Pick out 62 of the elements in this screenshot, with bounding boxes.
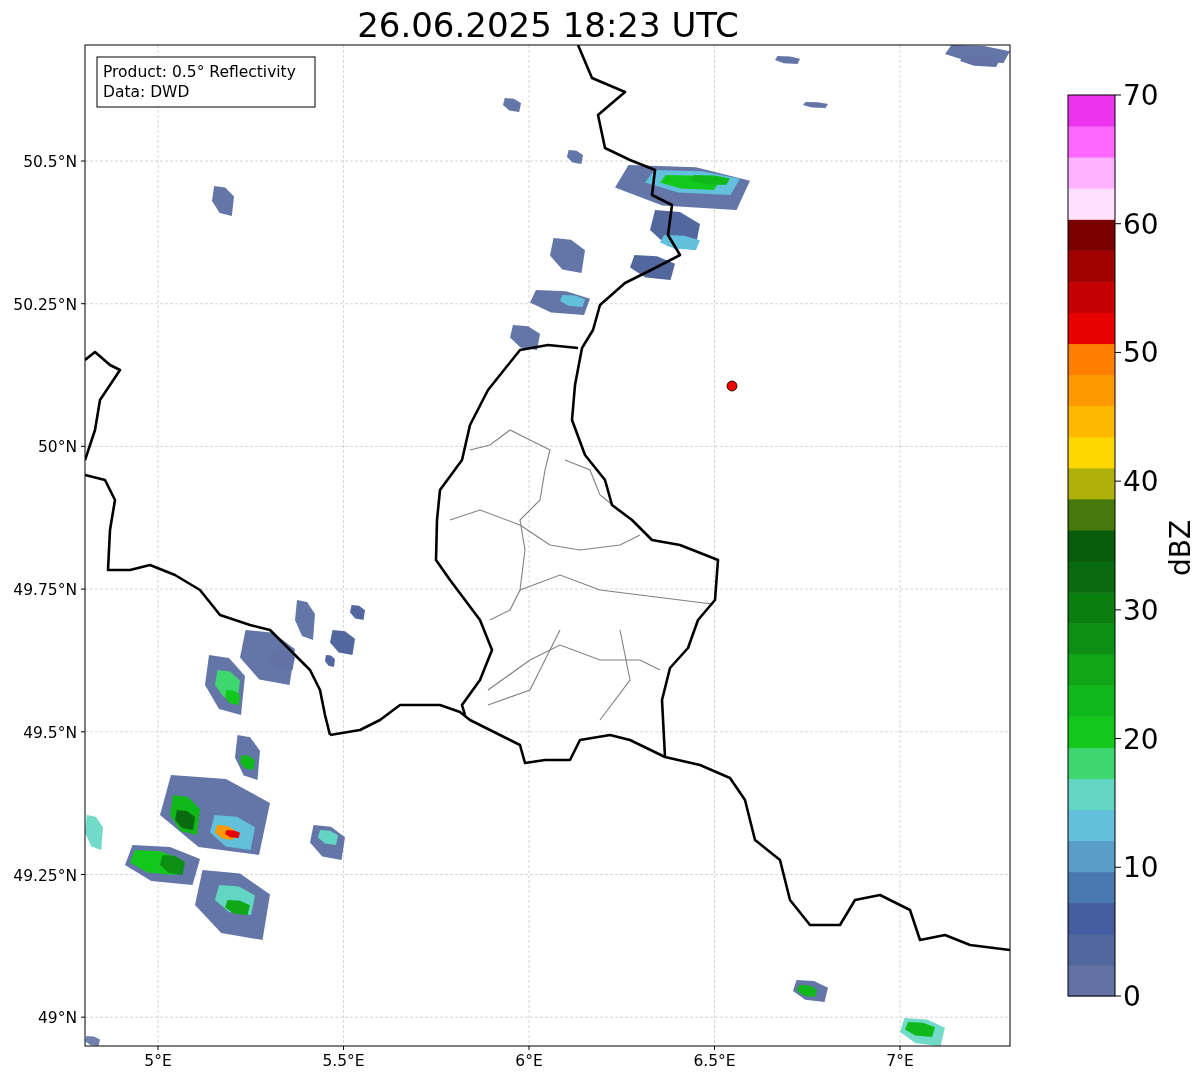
tick-mark	[1114, 480, 1122, 482]
tick-mark	[714, 1045, 715, 1051]
colorbar-tick-label: 30	[1123, 593, 1159, 627]
chart-title: 26.06.2025 18:23 UTC	[357, 5, 739, 45]
colorbar-tick-label: 70	[1123, 79, 1159, 112]
tick-mark	[1114, 223, 1122, 225]
tick-mark	[1114, 609, 1122, 611]
tick-mark	[1114, 94, 1122, 96]
tick-mark	[157, 1045, 159, 1051]
tick-mark	[80, 731, 86, 733]
radar-echo	[803, 102, 828, 108]
colorbar-tick-label: 10	[1123, 851, 1159, 885]
radar-echo	[945, 45, 1010, 67]
tick-mark	[80, 445, 86, 447]
radar-echo	[310, 825, 345, 860]
colorbar-tick-label: 40	[1123, 465, 1159, 499]
radar-echo	[530, 290, 590, 315]
tick-mark	[80, 303, 86, 305]
axis-tick-label: 49.25°N	[13, 866, 77, 885]
axis-tick-label: 49.5°N	[23, 723, 77, 742]
radar-echo	[793, 980, 828, 1002]
colorbar-tick-label: 50	[1123, 336, 1159, 370]
tick-mark	[528, 1045, 530, 1051]
radar-echo	[85, 1036, 100, 1046]
radar-echo	[85, 815, 103, 850]
tick-mark	[899, 1045, 901, 1051]
axis-tick-label: 6°E	[515, 1052, 543, 1070]
colorbar-tick-label: 0	[1123, 980, 1141, 1013]
location-marker	[726, 380, 738, 392]
tick-mark	[1114, 866, 1122, 868]
tick-mark	[80, 1016, 86, 1018]
axis-tick-label: 7°E	[886, 1052, 914, 1070]
tick-mark	[1114, 351, 1122, 353]
radar-echo	[205, 655, 245, 715]
radar-echo	[775, 56, 800, 64]
axis-tick-label: 49.75°N	[13, 581, 77, 600]
tick-mark	[1114, 738, 1122, 740]
axis-tick-label: 49°N	[37, 1009, 77, 1028]
colorbar-tick-label: 20	[1123, 722, 1159, 756]
tick-mark	[80, 588, 86, 590]
tick-mark	[343, 1045, 344, 1051]
radar-echo	[900, 1018, 945, 1046]
colorbar-tick-label: 60	[1123, 207, 1159, 241]
radar-echo	[510, 325, 540, 350]
radar-echo	[550, 238, 585, 273]
radar-echo	[240, 630, 295, 685]
axis-tick-label: 6.5°E	[693, 1052, 736, 1070]
colorbar-label: dBZ	[1164, 519, 1197, 577]
radar-echo	[567, 150, 583, 164]
axis-tick-label: 5.5°E	[322, 1052, 365, 1070]
tick-mark	[80, 874, 86, 875]
tick-mark	[80, 160, 86, 162]
tick-mark	[1114, 995, 1122, 997]
info-text: Product: 0.5° Reflectivity	[103, 63, 296, 81]
axis-tick-label: 50°N	[37, 438, 77, 457]
radar-echo	[503, 98, 521, 112]
axis-tick-label: 50.5°N	[23, 153, 77, 171]
radar-echo	[212, 186, 234, 216]
info-text: Data: DWD	[103, 83, 190, 101]
axis-tick-label: 50.25°N	[13, 295, 77, 314]
radar-echo	[295, 600, 365, 667]
axis-tick-label: 5°E	[144, 1052, 172, 1070]
